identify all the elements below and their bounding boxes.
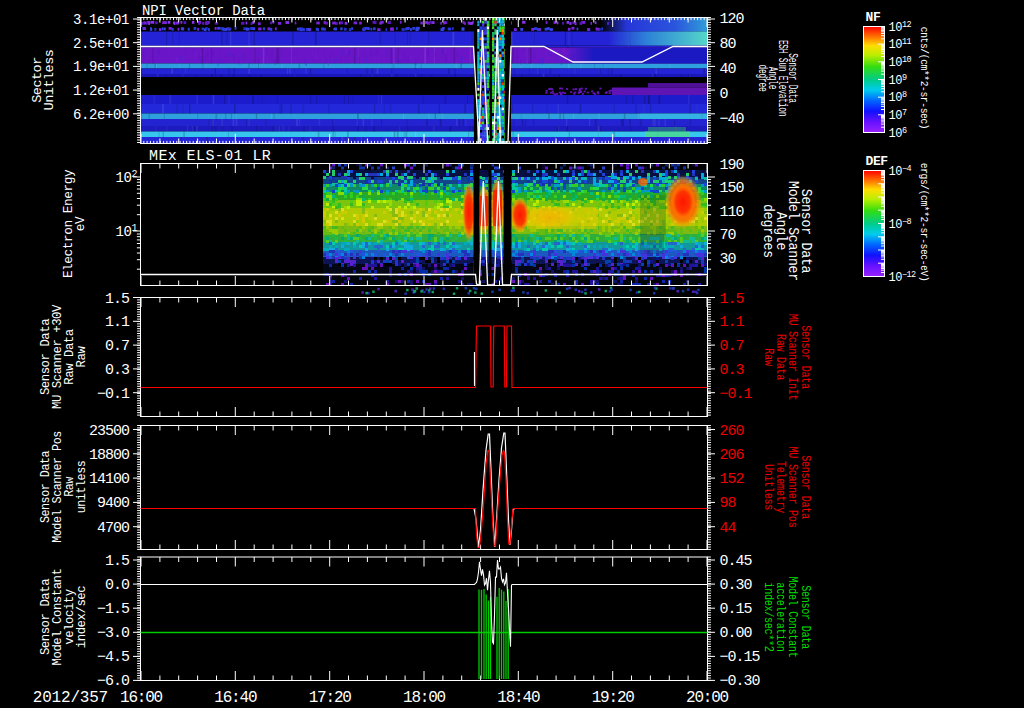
svg-text:2.5e+01: 2.5e+01 <box>73 36 129 52</box>
svg-text:−1.5: −1.5 <box>97 601 130 618</box>
svg-text:18:40: 18:40 <box>497 689 540 707</box>
svg-text:NPI Vector Data: NPI Vector Data <box>142 3 265 19</box>
svg-text:152: 152 <box>720 471 744 488</box>
svg-text:150: 150 <box>720 180 745 197</box>
svg-text:0.30: 0.30 <box>720 577 753 594</box>
svg-text:0.7: 0.7 <box>720 338 744 355</box>
svg-text:−0.1: −0.1 <box>720 386 753 403</box>
svg-text:−0.30: −0.30 <box>720 673 761 690</box>
svg-text:16:40: 16:40 <box>214 689 257 707</box>
svg-text:80: 80 <box>720 36 737 53</box>
svg-text:Sensor Data: Sensor Data <box>799 455 812 519</box>
svg-text:0: 0 <box>720 86 729 103</box>
svg-text:index/sec**2: index/sec**2 <box>761 582 774 651</box>
svg-text:40: 40 <box>720 61 737 78</box>
svg-text:Raw Data: Raw Data <box>774 334 787 381</box>
svg-text:0.15: 0.15 <box>720 601 753 618</box>
svg-text:cnts/(cm**2-sr-sec): cnts/(cm**2-sr-sec) <box>918 27 931 129</box>
svg-text:1.5: 1.5 <box>105 291 130 308</box>
svg-text:MEx ELS-01 LR: MEx ELS-01 LR <box>149 148 271 165</box>
svg-text:Sensor Data: Sensor Data <box>799 325 812 389</box>
svg-text:206: 206 <box>720 447 745 464</box>
svg-text:30: 30 <box>720 251 737 268</box>
svg-text:acceleration: acceleration <box>774 582 787 651</box>
svg-text:Raw: Raw <box>74 346 89 368</box>
svg-text:Unitless: Unitless <box>42 50 57 111</box>
svg-text:1.5: 1.5 <box>105 553 130 570</box>
svg-text:3.1e+01: 3.1e+01 <box>73 12 129 28</box>
svg-text:DEF: DEF <box>866 154 889 169</box>
svg-text:9400: 9400 <box>97 495 130 512</box>
svg-text:Telemetry: Telemetry <box>774 461 787 514</box>
svg-text:0.0: 0.0 <box>105 577 130 594</box>
svg-text:260: 260 <box>720 423 745 440</box>
svg-text:NF: NF <box>866 10 881 25</box>
svg-text:190: 190 <box>720 157 745 174</box>
svg-text:0.00: 0.00 <box>720 625 753 642</box>
svg-text:18800: 18800 <box>89 447 130 464</box>
svg-text:1.1: 1.1 <box>105 314 130 331</box>
svg-text:17:20: 17:20 <box>309 689 352 707</box>
svg-text:−40: −40 <box>720 111 745 128</box>
svg-text:0.3: 0.3 <box>720 362 745 379</box>
svg-text:6.2e+00: 6.2e+00 <box>73 107 129 123</box>
svg-text:Unitless: Unitless <box>761 464 774 510</box>
svg-text:−0.1: −0.1 <box>97 386 130 403</box>
svg-text:0.3: 0.3 <box>105 362 130 379</box>
svg-text:1.5: 1.5 <box>720 291 745 308</box>
svg-text:14100: 14100 <box>89 471 130 488</box>
svg-text:120: 120 <box>720 11 745 28</box>
svg-text:18:00: 18:00 <box>403 689 446 707</box>
svg-text:unitless: unitless <box>75 461 90 514</box>
svg-text:MU Scanner Pos: MU Scanner Pos <box>786 447 799 528</box>
svg-text:1.1: 1.1 <box>720 314 745 331</box>
svg-text:index/sec: index/sec <box>74 586 89 648</box>
svg-text:Sensor Data: Sensor Data <box>799 585 812 649</box>
svg-text:eV: eV <box>73 216 88 231</box>
svg-text:70: 70 <box>720 227 737 244</box>
svg-text:Raw: Raw <box>761 348 774 366</box>
svg-text:1.9e+01: 1.9e+01 <box>73 59 129 75</box>
svg-text:−3.0: −3.0 <box>97 625 130 642</box>
svg-text:23500: 23500 <box>89 423 130 440</box>
svg-text:110: 110 <box>720 204 745 221</box>
svg-text:degree: degree <box>756 65 769 92</box>
svg-text:4700: 4700 <box>97 520 130 537</box>
svg-text:1.2e+01: 1.2e+01 <box>73 83 129 99</box>
svg-text:2012/357: 2012/357 <box>33 689 108 707</box>
svg-text:−6.0: −6.0 <box>97 673 130 690</box>
svg-text:20:00: 20:00 <box>686 689 729 707</box>
svg-text:degrees: degrees <box>760 204 775 258</box>
svg-text:ergs/(cm**2-sr-sec-eV): ergs/(cm**2-sr-sec-eV) <box>918 163 931 282</box>
svg-text:0.45: 0.45 <box>720 553 753 570</box>
svg-text:−4.5: −4.5 <box>97 649 130 666</box>
svg-text:44: 44 <box>720 520 737 537</box>
svg-text:Model Constant: Model Constant <box>786 577 799 658</box>
svg-text:−0.15: −0.15 <box>720 649 761 666</box>
svg-text:19:20: 19:20 <box>592 689 635 707</box>
svg-text:98: 98 <box>720 495 737 512</box>
svg-text:0.7: 0.7 <box>105 338 129 355</box>
svg-text:MU Scanner InIt: MU Scanner InIt <box>786 314 799 401</box>
svg-text:16:00: 16:00 <box>120 689 163 707</box>
